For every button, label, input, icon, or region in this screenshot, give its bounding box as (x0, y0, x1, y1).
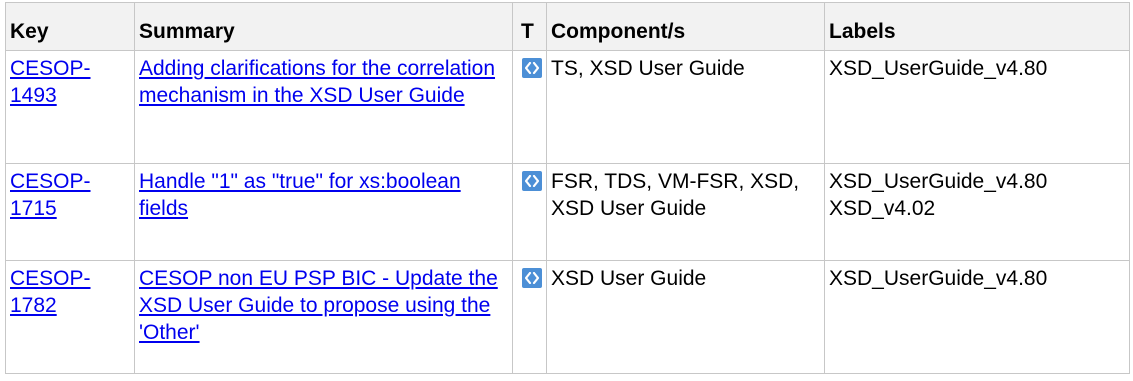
issue-components-cell: XSD User Guide (546, 260, 825, 374)
issue-key-link[interactable]: CESOP- 1493 (10, 57, 91, 107)
column-header-labels[interactable]: Labels (824, 2, 1130, 51)
issue-components-cell: FSR, TDS, VM-FSR, XSD, XSD User Guide (546, 163, 825, 261)
issue-summary-link[interactable]: CESOP non EU PSP BIC - Update the XSD Us… (139, 267, 498, 344)
issue-label: XSD_UserGuide_v4.80 (829, 170, 1048, 193)
issue-key-link[interactable]: CESOP- 1782 (10, 267, 91, 317)
column-header-summary[interactable]: Summary (134, 2, 513, 51)
improvement-icon (522, 58, 542, 78)
issue-label: XSD_UserGuide_v4.80 (829, 267, 1048, 290)
issue-label: XSD_UserGuide_v4.80 (829, 57, 1048, 80)
table-row: CESOP- 1782 CESOP non EU PSP BIC - Update… (5, 260, 1130, 374)
issue-key-link[interactable]: CESOP- 1715 (10, 170, 91, 220)
issue-type-cell (512, 163, 547, 261)
column-header-type[interactable]: T (512, 2, 547, 51)
issue-type-cell (512, 50, 547, 164)
improvement-icon (522, 268, 542, 288)
issues-table: Key Summary T Component/s Labels CESOP- 1… (5, 2, 1130, 374)
table-row: CESOP- 1493 Adding clarifications for the… (5, 50, 1130, 164)
issue-summary-cell: Handle "1" as "true" for xs:boolean fiel… (134, 163, 513, 261)
issue-key-cell: CESOP- 1782 (5, 260, 135, 374)
issue-label: XSD_v4.02 (829, 197, 936, 220)
issue-summary-link[interactable]: Adding clarifications for the correlatio… (139, 57, 495, 107)
table-header-row: Key Summary T Component/s Labels (5, 2, 1130, 51)
column-header-key[interactable]: Key (5, 2, 135, 51)
issue-key-cell: CESOP- 1493 (5, 50, 135, 164)
issue-labels-cell: XSD_UserGuide_v4.80 (824, 50, 1130, 164)
issue-summary-link[interactable]: Handle "1" as "true" for xs:boolean fiel… (139, 170, 461, 220)
column-header-components[interactable]: Component/s (546, 2, 825, 51)
issue-labels-cell: XSD_UserGuide_v4.80 XSD_v4.02 (824, 163, 1130, 261)
issue-components-cell: TS, XSD User Guide (546, 50, 825, 164)
issue-type-cell (512, 260, 547, 374)
issue-summary-cell: CESOP non EU PSP BIC - Update the XSD Us… (134, 260, 513, 374)
issue-summary-cell: Adding clarifications for the correlatio… (134, 50, 513, 164)
improvement-icon (522, 171, 542, 191)
issue-key-cell: CESOP- 1715 (5, 163, 135, 261)
table-row: CESOP- 1715 Handle "1" as "true" for xs:b… (5, 163, 1130, 261)
issue-labels-cell: XSD_UserGuide_v4.80 (824, 260, 1130, 374)
